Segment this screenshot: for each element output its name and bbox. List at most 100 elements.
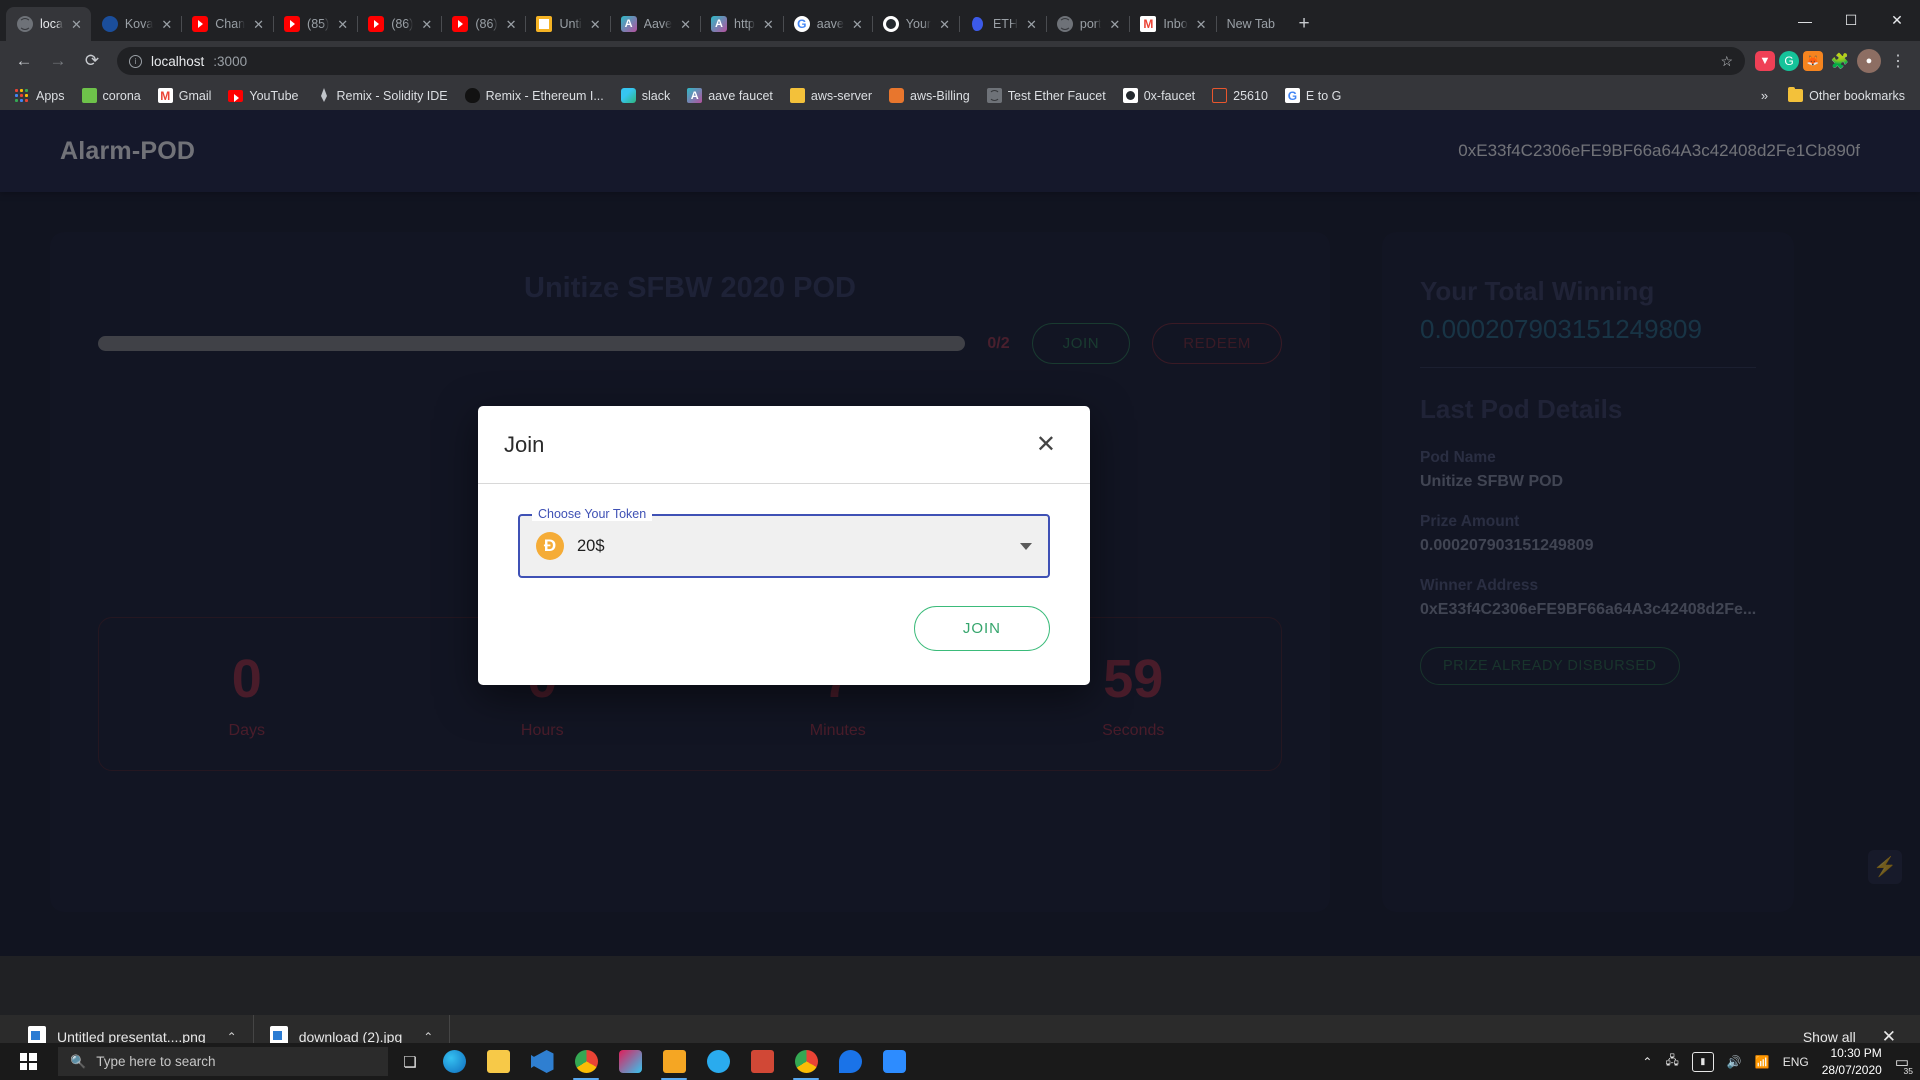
tab-close-icon[interactable]: ✕ [337, 18, 348, 31]
tab-close-icon[interactable]: ✕ [421, 18, 432, 31]
browser-tab[interactable]: Kova✕ [91, 7, 181, 41]
bookmark-item[interactable]: Remix - Ethereum I... [458, 85, 611, 106]
browser-tab[interactable]: Unti✕ [525, 7, 609, 41]
browser-tab[interactable]: Chan ✕ [181, 7, 273, 41]
chrome2-icon[interactable] [784, 1043, 828, 1080]
chevron-up-icon[interactable]: ⌃ [423, 1030, 433, 1044]
tab-close-icon[interactable]: ✕ [161, 18, 172, 31]
reload-button[interactable]: ⟳ [77, 46, 107, 76]
tab-close-icon[interactable]: ✕ [590, 18, 601, 31]
forward-button[interactable]: → [43, 46, 73, 76]
zoom-icon[interactable] [872, 1043, 916, 1080]
tab-close-icon[interactable]: ✕ [506, 18, 517, 31]
browser-tab[interactable]: (85)✕ [273, 7, 357, 41]
vscode-icon[interactable] [520, 1043, 564, 1080]
youtube-icon [452, 16, 468, 32]
bookmark-item[interactable]: aws-server [783, 85, 879, 106]
tab-close-icon[interactable]: ✕ [680, 18, 691, 31]
doc-icon [1212, 88, 1227, 103]
chevron-down-icon[interactable] [1020, 543, 1032, 550]
browser-tab[interactable]: New Tab [1216, 7, 1284, 41]
site-info-icon[interactable]: i [129, 55, 142, 68]
back-button[interactable]: ← [9, 46, 39, 76]
menu-dots-icon[interactable]: ⋮ [1885, 48, 1911, 74]
bookmark-item[interactable]: Gmail [151, 85, 219, 106]
bookmark-label: Apps [36, 89, 65, 103]
file-explorer-icon[interactable] [476, 1043, 520, 1080]
bookmarks-overflow-button[interactable]: » [1751, 88, 1778, 103]
pocket-icon[interactable]: ▼ [1755, 51, 1775, 71]
tab-close-icon[interactable]: ✕ [763, 18, 774, 31]
telegram-icon[interactable] [696, 1043, 740, 1080]
browser-tab[interactable]: aave✕ [783, 7, 872, 41]
aws-box-icon [790, 88, 805, 103]
bookmark-item[interactable]: Remix - Solidity IDE [309, 85, 455, 106]
chrome-icon[interactable] [564, 1043, 608, 1080]
browser-tab[interactable]: Inbo✕ [1129, 7, 1215, 41]
taskbar-clock[interactable]: 10:30 PM 28/07/2020 [1822, 1045, 1882, 1077]
edge-icon[interactable] [432, 1043, 476, 1080]
bookmark-item[interactable]: Apps [8, 85, 72, 106]
network-off-icon[interactable]: 🖧 [1665, 1051, 1678, 1072]
tab-close-icon[interactable]: ✕ [1026, 18, 1037, 31]
chevron-up-icon[interactable]: ⌃ [1642, 1055, 1652, 1069]
bookmark-item[interactable]: YouTube [221, 86, 305, 106]
tab-close-icon[interactable]: ✕ [1196, 18, 1207, 31]
tab-close-icon[interactable]: ✕ [71, 18, 82, 31]
task-view-icon[interactable]: ❏ [388, 1043, 432, 1080]
bookmark-item[interactable]: E to G [1278, 85, 1348, 106]
profile-avatar-icon[interactable]: ● [1857, 49, 1881, 73]
browser-tab[interactable]: ETH✕ [959, 7, 1046, 41]
battery-icon[interactable]: ▮ [1692, 1052, 1714, 1072]
token-select[interactable]: Choose Your Token Ð 20$ [518, 514, 1050, 578]
other-bookmarks-label: Other bookmarks [1809, 89, 1905, 103]
tab-label: Chan [215, 17, 245, 31]
youtube-icon [368, 16, 384, 32]
other-bookmarks-button[interactable]: Other bookmarks [1781, 86, 1912, 106]
join-button[interactable]: JOIN [914, 606, 1050, 651]
bookmark-item[interactable]: 0x-faucet [1116, 85, 1202, 106]
browser-tab[interactable]: port✕ [1046, 7, 1129, 41]
chevron-up-icon[interactable]: ⌃ [227, 1030, 237, 1044]
bookmark-item[interactable]: aws-Billing [882, 85, 977, 106]
browser-tab[interactable]: (86)✕ [357, 7, 441, 41]
browser-tab[interactable]: http✕ [700, 7, 783, 41]
bookmarks-bar: Apps coronaGmailYouTubeRemix - Solidity I… [0, 81, 1920, 110]
extension-puzzle-icon[interactable]: 🧩 [1827, 48, 1853, 74]
maximize-button[interactable]: ☐ [1828, 0, 1874, 41]
browser-tab[interactable]: Aave✕ [610, 7, 700, 41]
language-indicator[interactable]: ENG [1783, 1055, 1809, 1069]
close-icon[interactable]: ✕ [1028, 429, 1064, 461]
windows-logo-icon [20, 1053, 37, 1070]
volume-icon[interactable]: 🔊 [1727, 1055, 1742, 1069]
taskbar-search-input[interactable]: 🔍 Type here to search [58, 1047, 388, 1076]
browser-tab[interactable]: (86)✕ [441, 7, 525, 41]
new-tab-button[interactable]: + [1290, 10, 1318, 38]
bookmark-item[interactable]: Test Ether Faucet [980, 85, 1113, 106]
bookmark-star-icon[interactable]: ☆ [1720, 53, 1733, 70]
browser-tab[interactable]: Your✕ [872, 7, 959, 41]
extension-grammarly-icon[interactable]: G [1779, 51, 1799, 71]
minimize-button[interactable]: — [1782, 0, 1828, 41]
bookmark-item[interactable]: aave faucet [680, 85, 780, 106]
maps-icon[interactable] [828, 1043, 872, 1080]
tab-close-icon[interactable]: ✕ [1109, 18, 1120, 31]
tab-close-icon[interactable]: ✕ [939, 18, 950, 31]
bookmark-item[interactable]: slack [614, 85, 677, 106]
extension-metamask-icon[interactable]: 🦊 [1803, 51, 1823, 71]
address-bar[interactable]: i localhost :3000 ☆ [117, 47, 1745, 75]
bookmark-item[interactable]: corona [75, 85, 148, 106]
notification-center-icon[interactable]: ▭35 [1895, 1053, 1909, 1071]
windows-taskbar: 🔍 Type here to search ❏ ⌃ 🖧 ▮ 🔊 📶 ENG 10… [0, 1043, 1920, 1080]
tab-close-icon[interactable]: ✕ [852, 18, 863, 31]
gmail-icon [158, 88, 173, 103]
slack-icon[interactable] [608, 1043, 652, 1080]
wifi-icon[interactable]: 📶 [1755, 1055, 1770, 1069]
mail-icon[interactable] [740, 1043, 784, 1080]
start-button[interactable] [0, 1043, 56, 1080]
sticky-notes-icon[interactable] [652, 1043, 696, 1080]
tab-close-icon[interactable]: ✕ [253, 18, 264, 31]
bookmark-item[interactable]: 25610 [1205, 85, 1275, 106]
browser-tab[interactable]: loca✕ [6, 7, 91, 41]
close-window-button[interactable]: ✕ [1874, 0, 1920, 41]
